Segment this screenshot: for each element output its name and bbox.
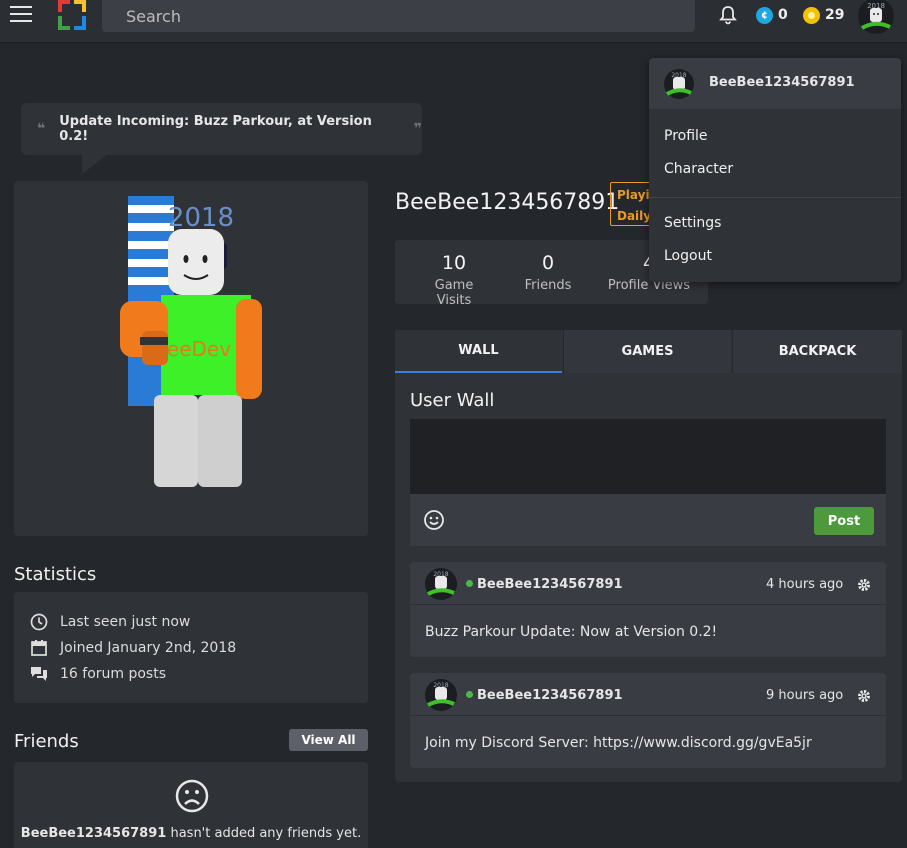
coin-icon bbox=[803, 6, 820, 24]
gear-icon[interactable] bbox=[857, 578, 871, 592]
user-avatar-button[interactable]: 2018 bbox=[857, 0, 895, 34]
bucks-balance[interactable]: ¢ 0 bbox=[756, 6, 788, 24]
menu-item-settings[interactable]: Settings bbox=[664, 215, 721, 231]
post-author[interactable]: BeeBee1234567891 bbox=[466, 688, 623, 703]
stat-text: Joined January 2nd, 2018 bbox=[60, 640, 237, 656]
post-author-avatar[interactable]: 2018 bbox=[424, 678, 458, 712]
calendar-icon bbox=[31, 640, 47, 656]
friends-title: Friends bbox=[14, 731, 79, 752]
clock-icon bbox=[30, 613, 48, 631]
wall-post-input[interactable] bbox=[410, 419, 886, 494]
menu-item-logout[interactable]: Logout bbox=[664, 248, 712, 264]
friends-count: 0 Friends bbox=[523, 252, 573, 293]
online-status-icon bbox=[466, 691, 473, 698]
post-time: 4 hours ago bbox=[766, 577, 844, 592]
tab-games[interactable]: GAMES bbox=[563, 330, 731, 373]
bucks-count: 0 bbox=[778, 7, 788, 23]
stat-text: Last seen just now bbox=[60, 614, 191, 630]
close-quote-icon: ❞ bbox=[413, 121, 422, 137]
open-quote-icon: ❝ bbox=[37, 121, 46, 137]
shirt-text: eeDev bbox=[167, 337, 231, 361]
no-friends-message: BeeBee1234567891 hasn't added any friend… bbox=[14, 826, 368, 841]
post-time: 9 hours ago bbox=[766, 688, 844, 703]
post-text: Join my Discord Server: https://www.disc… bbox=[425, 735, 812, 751]
post-author-avatar[interactable]: 2018 bbox=[424, 567, 458, 601]
post-button[interactable]: Post bbox=[814, 507, 874, 535]
count-label: Game Visits bbox=[434, 278, 474, 308]
gear-icon[interactable] bbox=[857, 689, 871, 703]
menu-icon[interactable] bbox=[10, 6, 34, 26]
stat-forum-posts: 16 forum posts bbox=[30, 665, 166, 683]
announcement-text: Update Incoming: Buzz Parkour, at Versio… bbox=[59, 114, 372, 144]
count-label: Friends bbox=[524, 278, 572, 293]
announcement-bubble: ❝ Update Incoming: Buzz Parkour, at Vers… bbox=[21, 103, 422, 155]
coins-balance[interactable]: 29 bbox=[803, 6, 844, 24]
search-input[interactable] bbox=[102, 0, 695, 32]
statistics-title: Statistics bbox=[14, 564, 97, 585]
menu-item-profile[interactable]: Profile bbox=[664, 128, 708, 144]
announcement-tail bbox=[82, 154, 108, 174]
emoji-icon[interactable] bbox=[423, 509, 445, 531]
bucks-icon: ¢ bbox=[756, 6, 773, 24]
wall-post: 2018 BeeBee1234567891 9 hours ago Join m… bbox=[410, 673, 886, 768]
dropdown-header[interactable]: 2018 BeeBee1234567891 bbox=[649, 58, 901, 109]
dropdown-username: BeeBee1234567891 bbox=[709, 75, 855, 90]
friends-box: BeeBee1234567891 hasn't added any friend… bbox=[14, 762, 368, 848]
user-dropdown-menu: 2018 BeeBee1234567891 Profile Character … bbox=[649, 58, 901, 282]
avatar-render: 2018 eeDev bbox=[120, 196, 262, 487]
view-all-friends-button[interactable]: View All bbox=[289, 729, 368, 751]
forum-icon bbox=[31, 667, 47, 681]
post-author-name: BeeBee1234567891 bbox=[477, 577, 623, 592]
profile-username: BeeBee1234567891 bbox=[395, 190, 620, 215]
online-status-icon bbox=[466, 580, 473, 587]
post-text: Buzz Parkour Update: Now at Version 0.2! bbox=[425, 624, 718, 640]
menu-divider bbox=[649, 197, 901, 198]
statistics-box: Last seen just now Joined January 2nd, 2… bbox=[14, 592, 368, 703]
menu-item-character[interactable]: Character bbox=[664, 161, 733, 177]
stat-last-seen: Last seen just now bbox=[30, 613, 190, 631]
avatar-panel: 2018 eeDev bbox=[14, 181, 368, 536]
dropdown-avatar: 2018 bbox=[664, 69, 694, 99]
stat-joined: Joined January 2nd, 2018 bbox=[30, 639, 236, 657]
coins-count: 29 bbox=[825, 7, 845, 23]
site-logo[interactable] bbox=[56, 0, 88, 30]
no-friends-text: hasn't added any friends yet. bbox=[166, 826, 362, 841]
count-value: 0 bbox=[541, 252, 555, 274]
no-friends-username: BeeBee1234567891 bbox=[20, 826, 167, 841]
tab-backpack[interactable]: BACKPACK bbox=[732, 330, 902, 373]
hat-text: 2018 bbox=[168, 203, 234, 233]
count-value: 10 bbox=[441, 252, 467, 274]
tab-wall[interactable]: WALL bbox=[395, 330, 562, 373]
post-author[interactable]: BeeBee1234567891 bbox=[466, 577, 623, 592]
post-author-name: BeeBee1234567891 bbox=[477, 688, 623, 703]
sad-face-icon bbox=[175, 779, 209, 813]
user-wall-title: User Wall bbox=[410, 390, 495, 411]
bell-icon[interactable] bbox=[718, 5, 738, 25]
game-visits-count: 10 Game Visits bbox=[417, 252, 491, 308]
stat-text: 16 forum posts bbox=[60, 666, 167, 682]
wall-post: 2018 BeeBee1234567891 4 hours ago Buzz P… bbox=[410, 562, 886, 657]
